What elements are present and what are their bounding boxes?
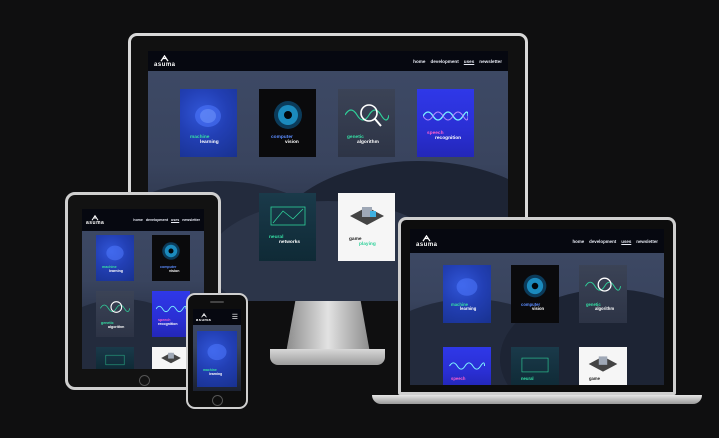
- card-neural-networks[interactable]: [96, 347, 134, 369]
- card-neural-networks[interactable]: neural: [511, 347, 559, 385]
- card-genetic-algorithm[interactable]: genetic algorithm: [579, 265, 627, 323]
- card-speech-recognition[interactable]: speech recognition: [152, 291, 190, 337]
- monitor-neck: [286, 301, 370, 349]
- card-computer-vision[interactable]: computer vision: [152, 235, 190, 281]
- nav-development[interactable]: development: [589, 239, 616, 244]
- monitor-navbar: asuma home development uses newsletter: [148, 51, 508, 71]
- card-label: computer vision: [271, 135, 299, 146]
- phone: asuma ☰ machine learning: [186, 293, 248, 409]
- waveform-icon: [449, 362, 486, 370]
- brand[interactable]: asuma: [86, 214, 105, 226]
- laptop-screen: asuma home development uses newsletter m…: [410, 229, 664, 385]
- phone-home-button[interactable]: [212, 395, 223, 406]
- phone-screen: asuma ☰ machine learning: [193, 309, 241, 391]
- eye-icon: [523, 274, 547, 298]
- eye-icon: [162, 242, 180, 260]
- nav-links: home development uses newsletter: [133, 218, 200, 222]
- nav-home[interactable]: home: [572, 239, 584, 244]
- brand-name: asuma: [86, 219, 105, 226]
- card-label: genetic algorithm: [347, 135, 379, 146]
- magnifier-dna-icon: [584, 277, 622, 292]
- magnifier-dna-icon: [345, 104, 389, 127]
- card-computer-vision[interactable]: computer vision: [259, 89, 316, 157]
- card-label: computer vision: [160, 265, 180, 273]
- network-icon: [521, 357, 549, 373]
- brand[interactable]: asuma: [154, 54, 176, 68]
- game-board-icon: [350, 207, 384, 225]
- card-label: machine learning: [102, 265, 123, 273]
- nav-home[interactable]: home: [133, 218, 143, 222]
- nav-links: home development uses newsletter: [572, 239, 658, 244]
- game-board-icon: [588, 356, 618, 372]
- logo-icon: [422, 234, 431, 241]
- network-icon: [105, 354, 125, 366]
- nav-newsletter[interactable]: newsletter: [636, 239, 658, 244]
- card-label: speech recognition: [158, 318, 178, 326]
- card-game-playing[interactable]: [152, 347, 190, 369]
- brand-name: asuma: [196, 316, 212, 322]
- card-game-playing[interactable]: game: [579, 347, 627, 385]
- laptop-base: [372, 395, 702, 404]
- waveform-icon: [423, 111, 468, 121]
- card-label: neural networks: [269, 235, 301, 246]
- card-label: machine learning: [451, 302, 477, 312]
- card-genetic-algorithm[interactable]: genetic algorithm: [96, 291, 134, 337]
- card-label: genetic algorithm: [101, 321, 125, 329]
- card-label: neural: [521, 376, 534, 381]
- eye-icon: [274, 101, 302, 129]
- tablet-navbar: asuma home development uses newsletter: [82, 209, 204, 231]
- brain-icon: [195, 105, 221, 127]
- card-speech-recognition[interactable]: speech: [443, 347, 491, 385]
- card-label: genetic algorithm: [586, 302, 615, 312]
- logo-icon: [160, 54, 169, 61]
- card-machine-learning[interactable]: machine learning: [96, 235, 134, 281]
- laptop-navbar: asuma home development uses newsletter: [410, 229, 664, 253]
- nav-home[interactable]: home: [413, 59, 425, 64]
- nav-uses[interactable]: uses: [621, 239, 631, 244]
- card-computer-vision[interactable]: computer vision: [511, 265, 559, 323]
- card-label: machine learning: [190, 135, 219, 146]
- game-board-icon: [161, 352, 181, 364]
- card-label: machine learning: [203, 368, 223, 376]
- card-label: speech recognition: [427, 131, 462, 142]
- nav-links: home development uses newsletter: [413, 59, 502, 64]
- network-icon: [270, 206, 306, 226]
- nav-uses[interactable]: uses: [464, 59, 474, 64]
- card-label: game: [589, 376, 600, 381]
- magnifier-dna-icon: [99, 301, 131, 313]
- card-game-playing[interactable]: game playing: [338, 193, 395, 261]
- nav-uses[interactable]: uses: [171, 218, 179, 222]
- phone-navbar: asuma ☰: [193, 309, 241, 325]
- brain-icon: [456, 278, 478, 296]
- tablet-home-button[interactable]: [139, 375, 150, 386]
- card-machine-learning[interactable]: machine learning: [180, 89, 237, 157]
- waveform-icon: [156, 305, 186, 313]
- brand[interactable]: asuma: [196, 312, 212, 322]
- brand-name: asuma: [154, 61, 176, 68]
- nav-development[interactable]: development: [146, 218, 168, 222]
- card-speech-recognition[interactable]: speech recognition: [417, 89, 474, 157]
- nav-development[interactable]: development: [430, 59, 458, 64]
- brain-icon: [207, 343, 227, 361]
- brain-icon: [106, 245, 124, 261]
- laptop: asuma home development uses newsletter m…: [398, 217, 676, 395]
- card-machine-learning[interactable]: machine learning: [197, 331, 237, 387]
- hamburger-menu-icon[interactable]: ☰: [232, 314, 238, 321]
- card-label: computer vision: [521, 302, 545, 312]
- card-machine-learning[interactable]: machine learning: [443, 265, 491, 323]
- card-genetic-algorithm[interactable]: genetic algorithm: [338, 89, 395, 157]
- nav-newsletter[interactable]: newsletter: [479, 59, 502, 64]
- brand[interactable]: asuma: [416, 234, 438, 248]
- monitor-base: [270, 349, 385, 365]
- phone-speaker: [210, 301, 224, 303]
- card-label: speech: [451, 376, 466, 381]
- brand-name: asuma: [416, 241, 438, 248]
- nav-newsletter[interactable]: newsletter: [182, 218, 200, 222]
- card-neural-networks[interactable]: neural networks: [259, 193, 316, 261]
- card-label: game playing: [349, 237, 376, 248]
